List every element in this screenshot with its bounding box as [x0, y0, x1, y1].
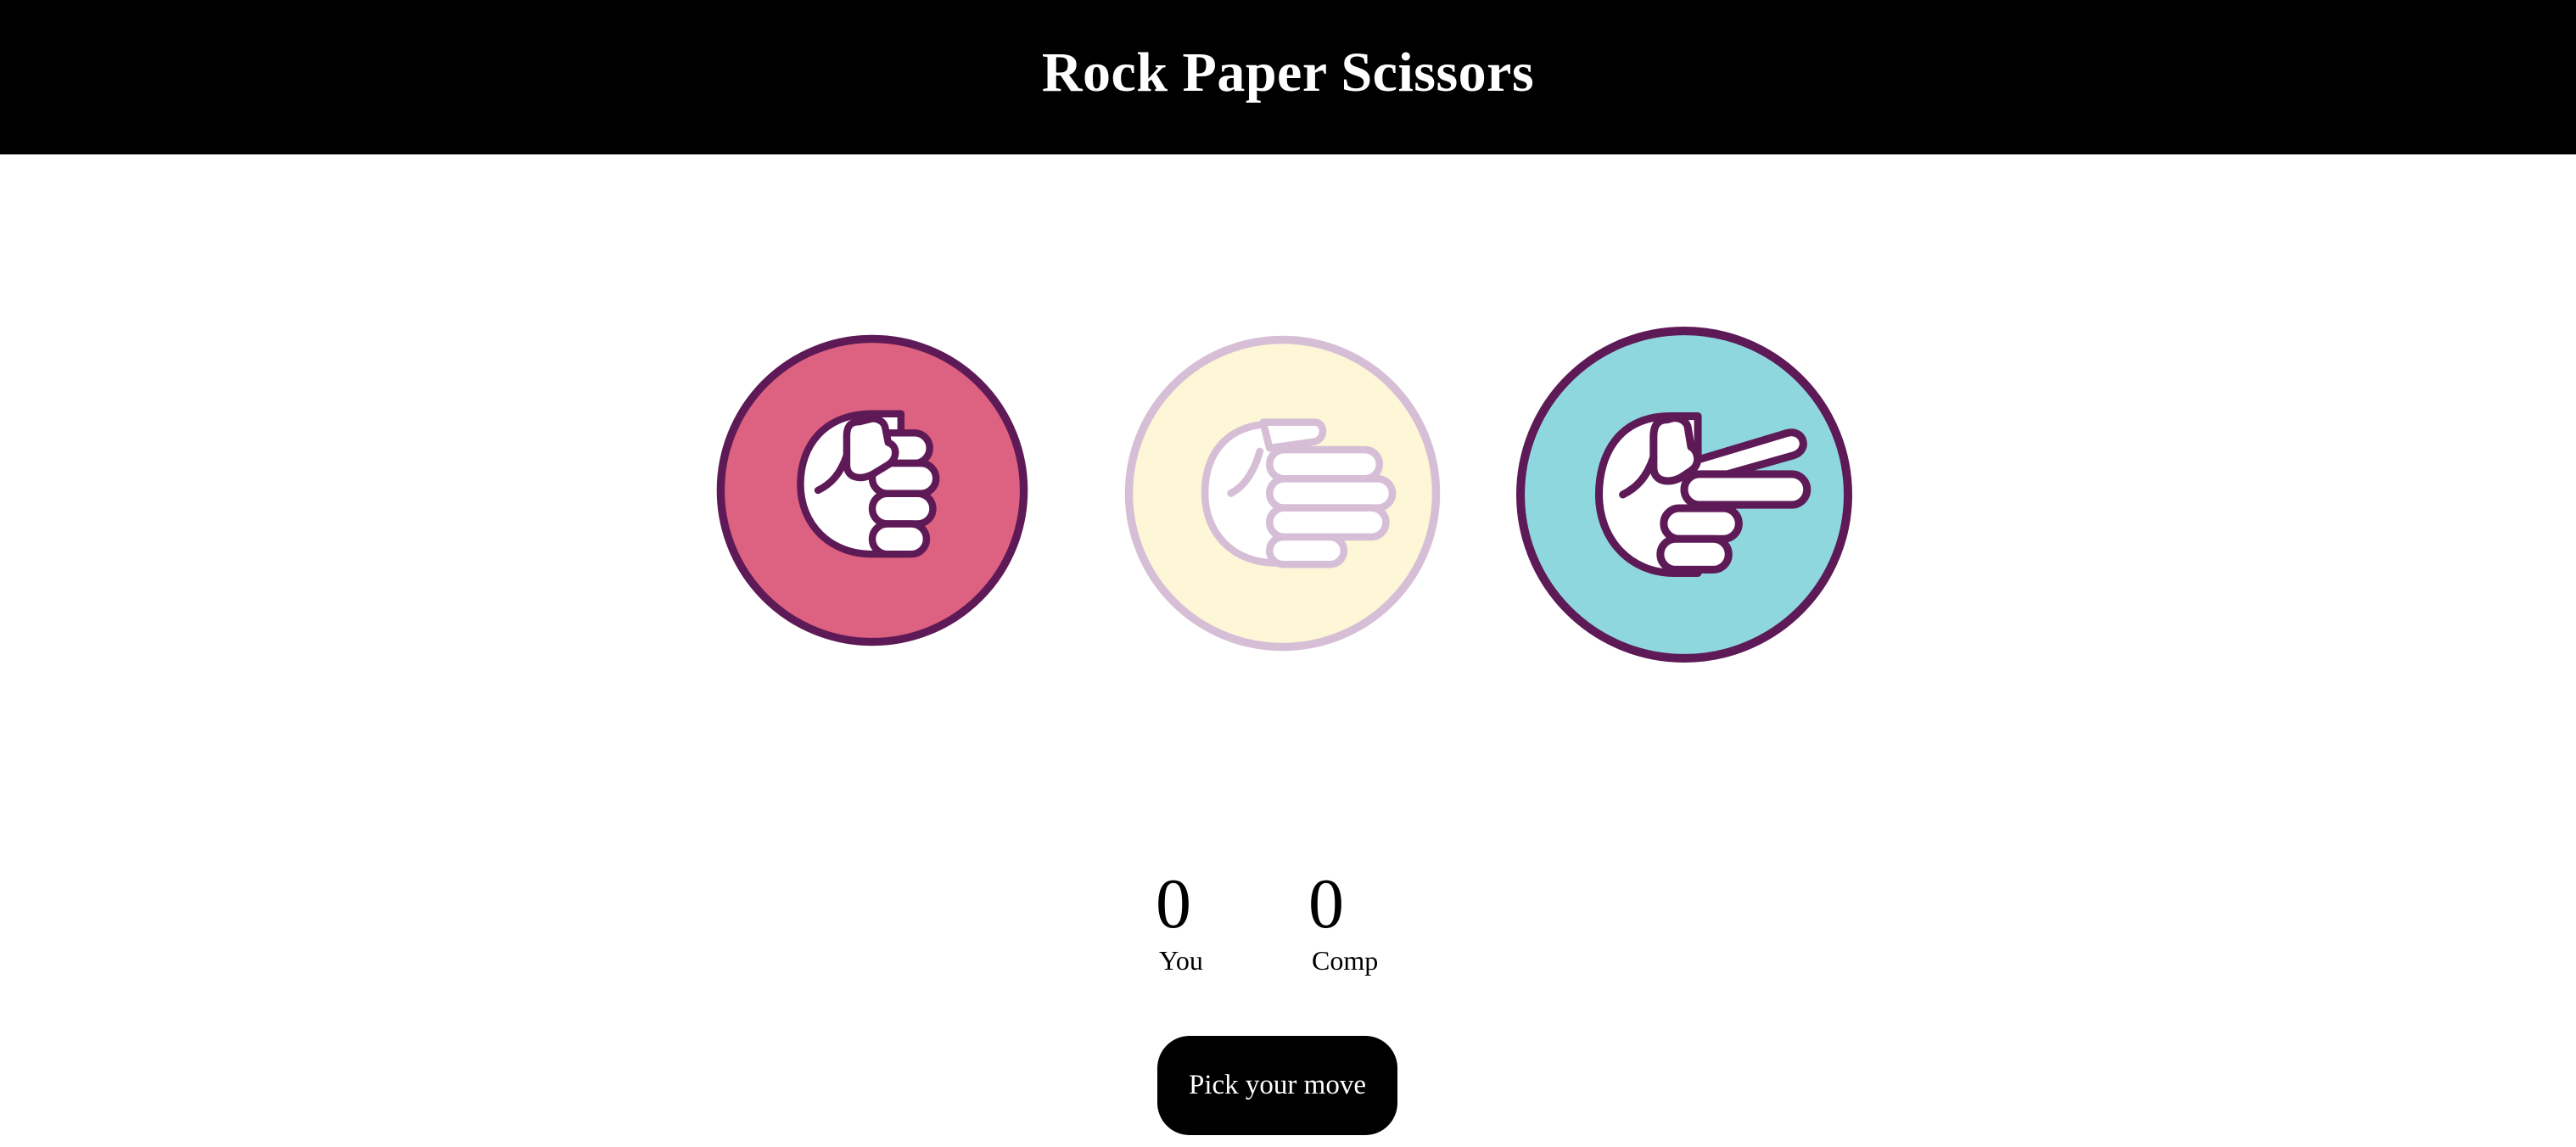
pick-move-button[interactable]: Pick your move	[1157, 1036, 1397, 1135]
page-title: Rock Paper Scissors	[1041, 42, 1535, 104]
score-comp: 0 Comp	[1308, 865, 1378, 977]
scissors-choice-button[interactable]	[1514, 324, 1855, 665]
score-you-label: You	[1159, 945, 1203, 976]
header-bar: Rock Paper Scissors	[0, 0, 2576, 154]
paper-choice-button[interactable]	[1121, 332, 1444, 655]
paper-hand-icon	[1124, 335, 1441, 652]
rock-choice-button[interactable]	[713, 331, 1032, 650]
score-comp-value: 0	[1308, 864, 1344, 943]
rock-fist-icon	[716, 334, 1028, 646]
score-you: 0 You	[1156, 865, 1203, 977]
score-comp-label: Comp	[1312, 945, 1379, 976]
scissors-hand-icon	[1516, 327, 1852, 663]
score-you-value: 0	[1156, 864, 1191, 943]
